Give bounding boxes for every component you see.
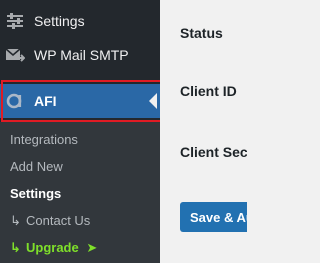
submenu-item-contact-us[interactable]: ↳ Contact Us: [10, 213, 90, 229]
afi-logo-icon: [5, 91, 25, 111]
afi-submenu: Integrations Add New Settings ↳ Contact U…: [0, 122, 160, 263]
sidebar-item-wp-mail-smtp[interactable]: WP Mail SMTP: [0, 38, 160, 72]
submenu-item-integrations[interactable]: Integrations: [10, 132, 78, 147]
current-menu-arrow: [149, 93, 157, 109]
save-authorize-button[interactable]: Save & Au: [180, 202, 247, 232]
client-id-label: Client ID: [180, 83, 237, 99]
child-arrow-icon: ↳: [10, 240, 21, 255]
sidebar-item-afi[interactable]: AFI: [0, 84, 160, 118]
settings-content: Status Client ID Client Sec Save & Au: [160, 0, 247, 263]
arrow-right-icon: ➤: [86, 240, 98, 255]
admin-sidebar: Settings WP Mail SMTP AFI Integrations A…: [0, 0, 160, 263]
submenu-item-add-new[interactable]: Add New: [10, 159, 63, 174]
child-arrow-icon: ↳: [10, 213, 21, 228]
sliders-icon: [5, 11, 25, 31]
mail-arrow-icon: [5, 45, 25, 65]
sidebar-item-label: Settings: [34, 13, 85, 29]
sidebar-item-label: WP Mail SMTP: [34, 47, 129, 63]
sidebar-item-settings[interactable]: Settings: [0, 4, 160, 38]
submenu-item-settings[interactable]: Settings: [10, 186, 61, 201]
client-secret-label: Client Sec: [180, 144, 247, 160]
status-label: Status: [180, 25, 223, 41]
sidebar-item-label: AFI: [34, 93, 57, 109]
submenu-item-upgrade[interactable]: ↳ Upgrade ➤: [10, 240, 97, 256]
